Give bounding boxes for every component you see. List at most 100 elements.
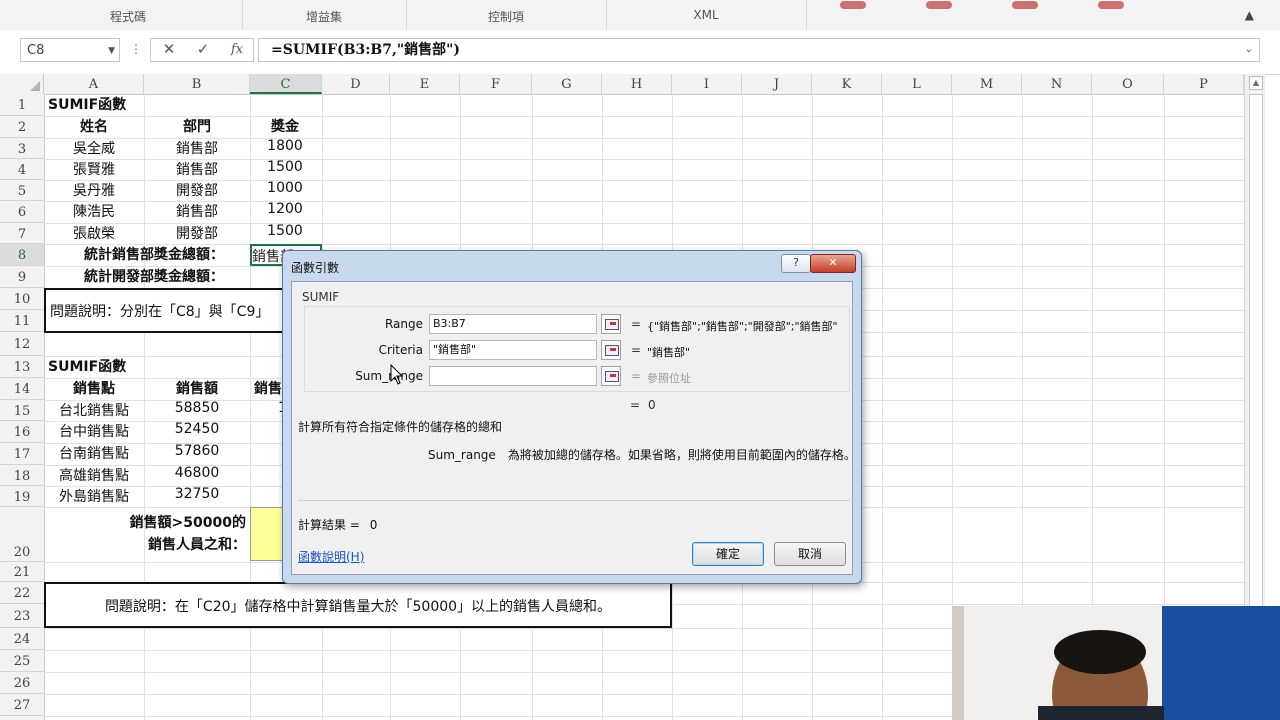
table1-cell[interactable]: 1800: [250, 138, 320, 154]
webcam-overlay: [952, 606, 1280, 720]
table1-cell[interactable]: 吳丹雅: [44, 180, 144, 200]
table2-cell[interactable]: 32750: [144, 486, 250, 502]
row-header-21[interactable]: 21: [0, 562, 44, 582]
row-header-10[interactable]: 10: [0, 288, 44, 310]
table2-cell[interactable]: 外島銷售點: [44, 486, 144, 506]
scroll-thumb[interactable]: [1249, 94, 1263, 656]
table2-cell[interactable]: 台北銷售點: [44, 400, 144, 420]
arg-input-range[interactable]: B3:B7: [429, 314, 597, 334]
divider: [298, 500, 850, 501]
dialog-close-button[interactable]: ✕: [810, 254, 856, 273]
column-header-p[interactable]: P: [1164, 74, 1244, 94]
select-all-button[interactable]: [0, 74, 44, 94]
table2-cell[interactable]: 台南銷售點: [44, 443, 144, 463]
ribbon-group-controls: 控制項: [406, 0, 607, 30]
formula-input[interactable]: =SUMIF(B3:B7,"銷售部") ⌄: [258, 38, 1260, 62]
function-arguments-dialog[interactable]: 函數引數 ? ✕ SUMIF Range B3:B7 = {"銷售部";"銷售部…: [282, 250, 862, 584]
cancel-button[interactable]: 取消: [774, 542, 846, 566]
table2-cell[interactable]: 52450: [144, 421, 250, 437]
ok-button[interactable]: 確定: [692, 542, 764, 566]
row-header-14[interactable]: 14: [0, 378, 44, 400]
collapse-dialog-icon[interactable]: [601, 366, 621, 386]
name-box[interactable]: C8 ▼: [20, 38, 120, 62]
chevron-down-icon[interactable]: ▼: [108, 39, 115, 63]
table1-cell[interactable]: 張賢雅: [44, 159, 144, 179]
row-header-6[interactable]: 6: [0, 201, 44, 223]
scroll-up-icon[interactable]: ▲: [1249, 76, 1263, 90]
row-header-25[interactable]: 25: [0, 650, 44, 672]
column-header-e[interactable]: E: [390, 74, 460, 94]
function-help-link[interactable]: 函數說明(H): [298, 548, 364, 565]
row-header-20[interactable]: 20: [0, 507, 44, 562]
chevron-up-icon[interactable]: ▲: [1245, 8, 1254, 22]
cell-c20[interactable]: [250, 507, 284, 561]
column-header-m[interactable]: M: [952, 74, 1022, 94]
result-line: 計算結果 = 0: [298, 516, 377, 533]
row-header-19[interactable]: 19: [0, 486, 44, 507]
table2-cell[interactable]: 57860: [144, 443, 250, 459]
row-header-12[interactable]: 12: [0, 332, 44, 356]
row-header-4[interactable]: 4: [0, 159, 44, 180]
arg-input-sum-range[interactable]: [429, 366, 597, 386]
row-header-27[interactable]: 27: [0, 694, 44, 716]
dialog-body: SUMIF Range B3:B7 = {"銷售部";"銷售部";"開發部";"…: [291, 281, 856, 575]
row-header-8[interactable]: 8: [0, 244, 44, 266]
table1-cell[interactable]: 開發部: [144, 223, 250, 243]
column-header-d[interactable]: D: [322, 74, 390, 94]
column-header-a[interactable]: A: [44, 74, 144, 94]
column-header-c[interactable]: C: [250, 74, 322, 94]
table1-cell[interactable]: 銷售部: [144, 201, 250, 221]
table1-cell[interactable]: 銷售部: [144, 159, 250, 179]
ribbon-group-code: 程式碼: [0, 0, 243, 30]
column-header-b[interactable]: B: [144, 74, 250, 94]
row-header-26[interactable]: 26: [0, 672, 44, 694]
insert-function-button[interactable]: fx: [225, 42, 249, 57]
table2-cell[interactable]: 台中銷售點: [44, 421, 144, 441]
collapse-dialog-icon[interactable]: [601, 314, 621, 334]
row-header-23[interactable]: 23: [0, 604, 44, 628]
column-header-l[interactable]: L: [882, 74, 952, 94]
table1-cell[interactable]: 1200: [250, 201, 320, 217]
table1-cell[interactable]: 吳全威: [44, 138, 144, 158]
row-header-3[interactable]: 3: [0, 138, 44, 159]
column-header-n[interactable]: N: [1022, 74, 1092, 94]
table1-cell[interactable]: 1000: [250, 180, 320, 196]
row-header-17[interactable]: 17: [0, 443, 44, 465]
table1-cell[interactable]: 開發部: [144, 180, 250, 200]
row-header-15[interactable]: 15: [0, 400, 44, 421]
table1-cell[interactable]: 張啟榮: [44, 223, 144, 243]
row-header-9[interactable]: 9: [0, 266, 44, 288]
column-header-i[interactable]: I: [672, 74, 742, 94]
dialog-help-button[interactable]: ?: [781, 254, 811, 273]
row-header-24[interactable]: 24: [0, 628, 44, 650]
table1-cell[interactable]: 陳浩民: [44, 201, 144, 221]
collapse-dialog-icon[interactable]: [601, 340, 621, 360]
row-header-22[interactable]: 22: [0, 582, 44, 604]
table2-cell[interactable]: 高雄銷售點: [44, 465, 144, 485]
row-header-13[interactable]: 13: [0, 356, 44, 378]
row-header-7[interactable]: 7: [0, 223, 44, 244]
table1-cell[interactable]: 1500: [250, 223, 320, 239]
column-header-k[interactable]: K: [812, 74, 882, 94]
row-header-11[interactable]: 11: [0, 310, 44, 332]
column-header-j[interactable]: J: [742, 74, 812, 94]
row-header-5[interactable]: 5: [0, 180, 44, 201]
table1-cell[interactable]: 銷售部: [144, 138, 250, 158]
table1-cell[interactable]: 1500: [250, 159, 320, 175]
column-header-o[interactable]: O: [1092, 74, 1164, 94]
row-header-1[interactable]: 1: [0, 94, 44, 116]
ribbon-group-label: 程式碼: [109, 10, 147, 24]
drag-handle-icon[interactable]: ⋮: [130, 42, 142, 56]
arg-input-criteria[interactable]: "銷售部": [429, 340, 597, 360]
expand-icon[interactable]: ⌄: [1245, 39, 1253, 61]
table2-cell[interactable]: 46800: [144, 465, 250, 481]
row-header-16[interactable]: 16: [0, 421, 44, 443]
table2-cell[interactable]: 58850: [144, 400, 250, 416]
column-header-f[interactable]: F: [460, 74, 532, 94]
cancel-icon[interactable]: ✕: [157, 40, 181, 58]
column-header-g[interactable]: G: [532, 74, 602, 94]
row-header-2[interactable]: 2: [0, 116, 44, 138]
row-header-18[interactable]: 18: [0, 465, 44, 486]
enter-icon[interactable]: ✓: [191, 40, 215, 58]
column-header-h[interactable]: H: [602, 74, 672, 94]
